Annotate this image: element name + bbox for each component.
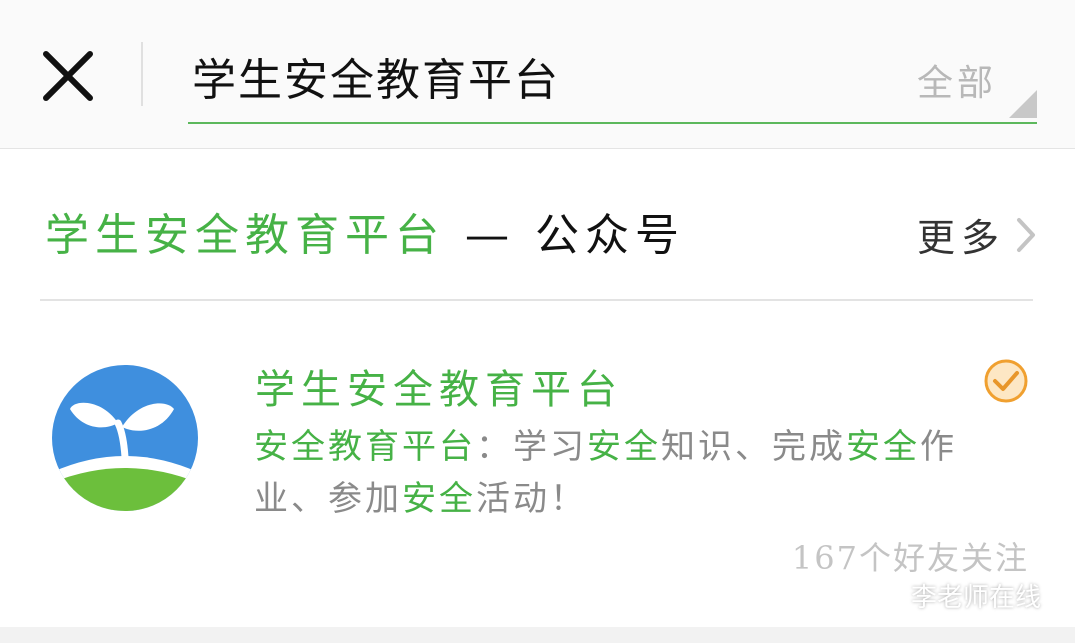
- triangle-corner-icon: [1009, 90, 1037, 118]
- section-separator: —: [445, 210, 535, 261]
- wechat-icon: [870, 581, 905, 609]
- account-name: 学生安全教育平台: [255, 367, 623, 413]
- chevron-right-icon: [1017, 217, 1035, 252]
- section-category: 公众号: [534, 210, 685, 261]
- more-label: 更多: [916, 216, 1005, 260]
- search-input[interactable]: [192, 46, 892, 106]
- verified-badge-icon: [984, 359, 1028, 403]
- friends-following-count: 167个好友关注: [791, 539, 1029, 577]
- section-header: 学生安全教育平台 — 公众号 更多: [0, 149, 1075, 301]
- search-field: 全部: [188, 40, 1037, 124]
- desc-segment: 安全: [402, 479, 476, 519]
- section-keyword: 学生安全教育平台: [45, 210, 445, 261]
- search-scope-selector[interactable]: 全部: [917, 54, 997, 106]
- account-description: 安全教育平台：学习安全知识、完成安全作业、参加安全活动！: [254, 421, 1014, 525]
- section-title: 学生安全教育平台 — 公众号: [45, 199, 685, 263]
- more-button[interactable]: 更多: [917, 207, 1037, 262]
- desc-segment: 安全: [846, 427, 920, 467]
- desc-segment: 知识、完成: [661, 427, 846, 467]
- avatar: [52, 365, 198, 511]
- watermark-text: 李老师在线: [910, 583, 1041, 613]
- header-divider: [141, 42, 143, 106]
- desc-segment: 安全教育平台: [254, 427, 476, 467]
- desc-segment: 安全: [587, 427, 661, 467]
- close-icon: [43, 51, 93, 101]
- desc-segment: ：学习: [476, 427, 587, 467]
- search-header: 全部: [0, 0, 1075, 149]
- search-results: 学生安全教育平台 — 公众号 更多 学生安全教育平台 安全教育平台：学习安全知识…: [0, 149, 1075, 627]
- watermark: 李老师在线: [870, 577, 1041, 614]
- desc-segment: 活动！: [476, 479, 587, 519]
- close-button[interactable]: [36, 44, 100, 108]
